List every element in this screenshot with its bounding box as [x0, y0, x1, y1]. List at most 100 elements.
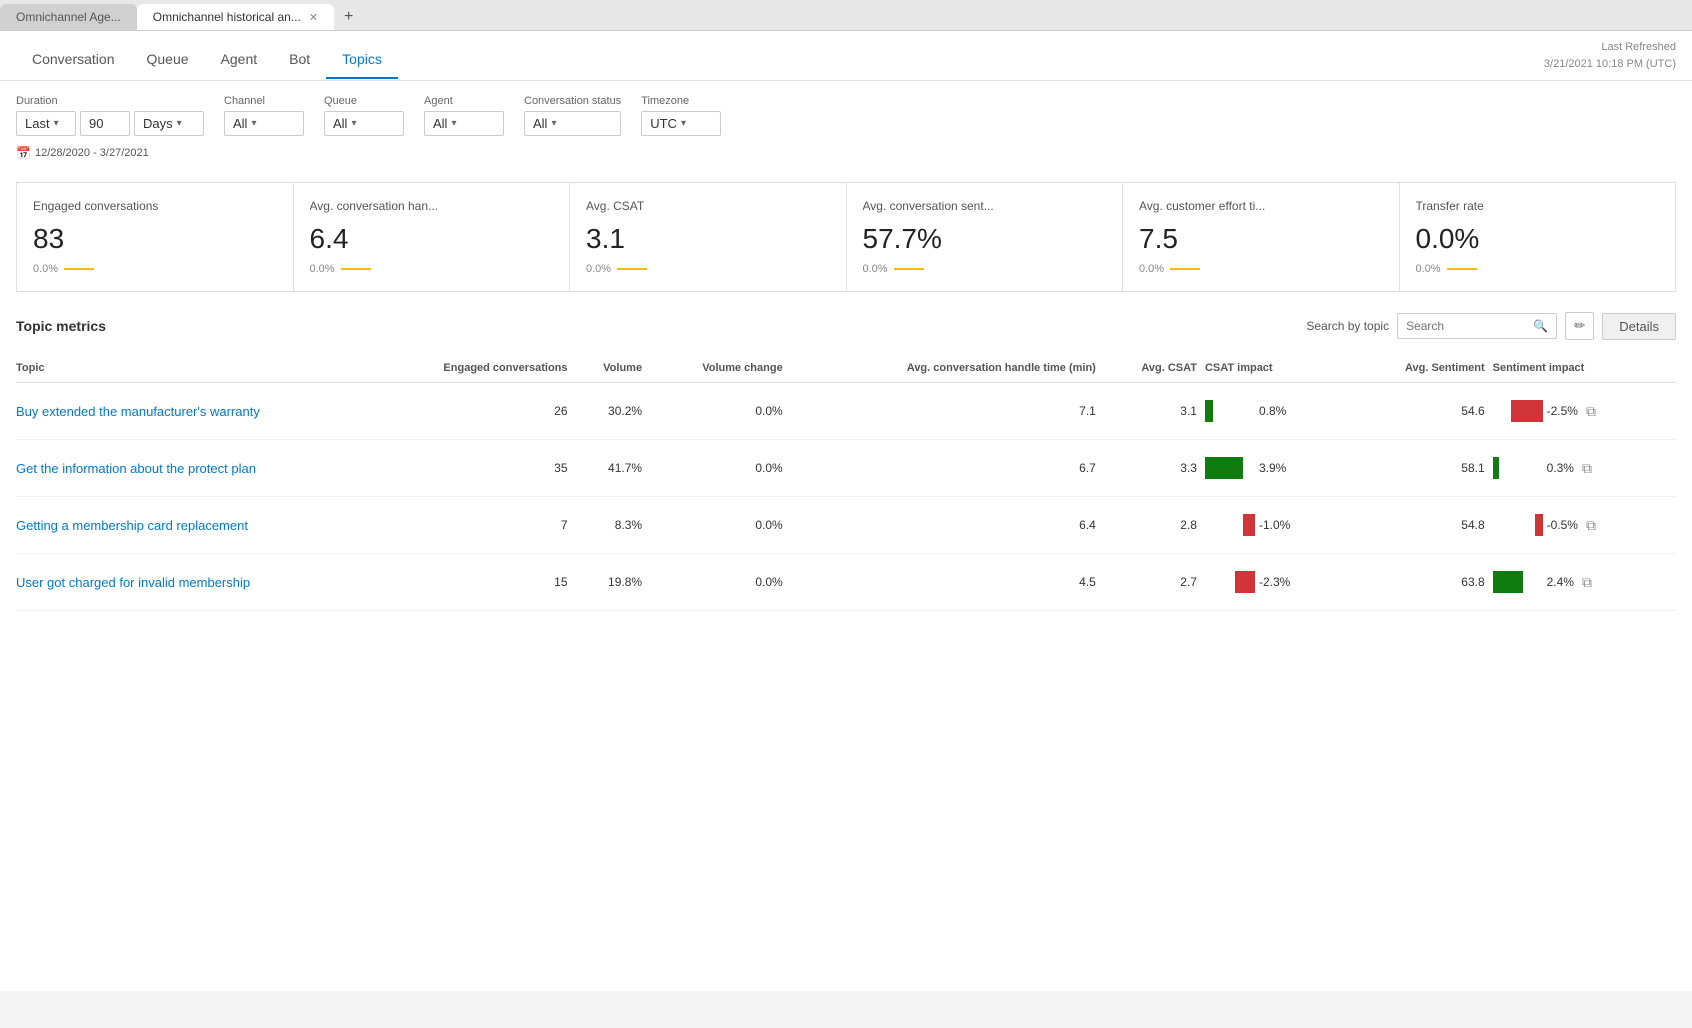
close-tab-icon[interactable]: ✕: [309, 11, 318, 24]
row-action-icon[interactable]: ⧉: [1582, 401, 1600, 422]
search-area: Search by topic 🔍 ✏ Details: [1306, 312, 1676, 340]
volume: 19.8%: [576, 554, 651, 611]
date-range-value: 12/28/2020 - 3/27/2021: [35, 147, 149, 159]
table-row: Getting a membership card replacement 7 …: [16, 497, 1676, 554]
details-button[interactable]: Details: [1602, 313, 1676, 340]
sentiment-impact-cell: -0.5% ⧉: [1493, 497, 1676, 554]
topic-name[interactable]: Buy extended the manufacturer's warranty: [16, 383, 366, 440]
channel-select[interactable]: All ▾: [224, 111, 304, 136]
app-container: Conversation Queue Agent Bot Topics Last…: [0, 31, 1692, 991]
topic-name[interactable]: Getting a membership card replacement: [16, 497, 366, 554]
sentiment-impact-cell: 0.3% ⧉: [1493, 440, 1676, 497]
kpi-footer-3: 0.0%: [863, 263, 1107, 275]
duration-value-select[interactable]: 90: [80, 111, 130, 136]
last-refreshed-value: 3/21/2021 10:18 PM (UTC): [1544, 56, 1676, 73]
volume-change: 0.0%: [650, 440, 791, 497]
volume: 41.7%: [576, 440, 651, 497]
duration-unit-select[interactable]: Days ▾: [134, 111, 204, 136]
kpi-footer-0: 0.0%: [33, 263, 277, 275]
table-row: User got charged for invalid membership …: [16, 554, 1676, 611]
sentiment-impact-cell: -2.5% ⧉: [1493, 383, 1676, 440]
search-box[interactable]: 🔍: [1397, 313, 1557, 339]
kpi-card-5: Transfer rate 0.0% 0.0%: [1400, 182, 1677, 292]
conv-status-chevron: ▾: [551, 118, 556, 129]
channel-value: All: [233, 116, 247, 131]
topic-name[interactable]: Get the information about the protect pl…: [16, 440, 366, 497]
duration-preset-value: Last: [25, 116, 50, 131]
avg-handle-time: 7.1: [791, 383, 1104, 440]
last-refreshed-label: Last Refreshed: [1544, 39, 1676, 56]
channel-label: Channel: [224, 95, 304, 107]
tab2-label: Omnichannel historical an...: [153, 10, 301, 24]
timezone-label: Timezone: [641, 95, 721, 107]
filters-bar: Duration Last ▾ 90 Days ▾ Channel All ▾: [0, 81, 1692, 140]
topic-name[interactable]: User got charged for invalid membership: [16, 554, 366, 611]
avg-sentiment: 63.8: [1353, 554, 1492, 611]
row-action-icon[interactable]: ⧉: [1578, 572, 1596, 593]
csat-impact-value: -2.3%: [1259, 575, 1290, 589]
topic-metrics-header: Topic metrics Search by topic 🔍 ✏ Detail…: [16, 312, 1676, 340]
col-volume-change: Volume change: [650, 354, 791, 383]
sentiment-impact-value: -2.5%: [1547, 404, 1578, 418]
kpi-footer-4: 0.0%: [1139, 263, 1383, 275]
duration-preset-select[interactable]: Last ▾: [16, 111, 76, 136]
timezone-select[interactable]: UTC ▾: [641, 111, 721, 136]
csat-impact-value: 0.8%: [1259, 404, 1286, 418]
avg-handle-time: 6.4: [791, 497, 1104, 554]
engaged-conversations: 7: [366, 497, 576, 554]
csat-impact-cell: 3.9%: [1205, 440, 1353, 497]
tab1-label: Omnichannel Age...: [16, 10, 121, 24]
filter-agent: Agent All ▾: [424, 95, 504, 136]
conv-status-label: Conversation status: [524, 95, 621, 107]
filter-duration: Duration Last ▾ 90 Days ▾: [16, 95, 204, 136]
nav-item-agent[interactable]: Agent: [205, 41, 274, 79]
volume-change: 0.0%: [650, 497, 791, 554]
kpi-bar-2: [617, 268, 647, 270]
kpi-title-1: Avg. conversation han...: [310, 199, 554, 213]
engaged-conversations: 15: [366, 554, 576, 611]
nav-items: Conversation Queue Agent Bot Topics: [16, 41, 398, 78]
duration-value: 90: [89, 116, 103, 131]
kpi-footer-5: 0.0%: [1416, 263, 1660, 275]
add-tab-button[interactable]: +: [334, 4, 363, 30]
kpi-card-4: Avg. customer effort ti... 7.5 0.0%: [1123, 182, 1400, 292]
nav-item-bot[interactable]: Bot: [273, 41, 326, 79]
row-action-icon[interactable]: ⧉: [1578, 458, 1596, 479]
csat-impact-cell: -1.0%: [1205, 497, 1353, 554]
nav-item-conversation[interactable]: Conversation: [16, 41, 131, 79]
date-range: 📅 12/28/2020 - 3/27/2021: [0, 140, 1692, 166]
kpi-bar-4: [1170, 268, 1200, 270]
kpi-change-5: 0.0%: [1416, 263, 1441, 275]
agent-select[interactable]: All ▾: [424, 111, 504, 136]
timezone-value: UTC: [650, 116, 677, 131]
kpi-title-3: Avg. conversation sent...: [863, 199, 1107, 213]
pencil-button[interactable]: ✏: [1565, 312, 1594, 340]
col-csat-impact: CSAT impact: [1205, 354, 1353, 383]
kpi-value-3: 57.7%: [863, 223, 1107, 255]
agent-chevron: ▾: [451, 118, 456, 129]
avg-sentiment: 54.6: [1353, 383, 1492, 440]
row-action-icon[interactable]: ⧉: [1582, 515, 1600, 536]
col-volume: Volume: [576, 354, 651, 383]
browser-tab-1[interactable]: Omnichannel Age...: [0, 4, 137, 30]
conv-status-select[interactable]: All ▾: [524, 111, 621, 136]
kpi-change-2: 0.0%: [586, 263, 611, 275]
filter-queue: Queue All ▾: [324, 95, 404, 136]
nav-item-topics[interactable]: Topics: [326, 41, 398, 79]
kpi-bar-1: [341, 268, 371, 270]
nav-item-queue[interactable]: Queue: [131, 41, 205, 79]
filter-channel: Channel All ▾: [224, 95, 304, 136]
browser-tab-2[interactable]: Omnichannel historical an... ✕: [137, 4, 334, 30]
avg-handle-time: 4.5: [791, 554, 1104, 611]
queue-select[interactable]: All ▾: [324, 111, 404, 136]
queue-chevron: ▾: [351, 118, 356, 129]
table-row: Get the information about the protect pl…: [16, 440, 1676, 497]
agent-value: All: [433, 116, 447, 131]
conv-status-value: All: [533, 116, 547, 131]
col-sentiment-impact: Sentiment impact: [1493, 354, 1676, 383]
avg-csat: 2.8: [1104, 497, 1205, 554]
search-input[interactable]: [1406, 319, 1529, 333]
kpi-footer-2: 0.0%: [586, 263, 830, 275]
filter-timezone: Timezone UTC ▾: [641, 95, 721, 136]
avg-sentiment: 58.1: [1353, 440, 1492, 497]
